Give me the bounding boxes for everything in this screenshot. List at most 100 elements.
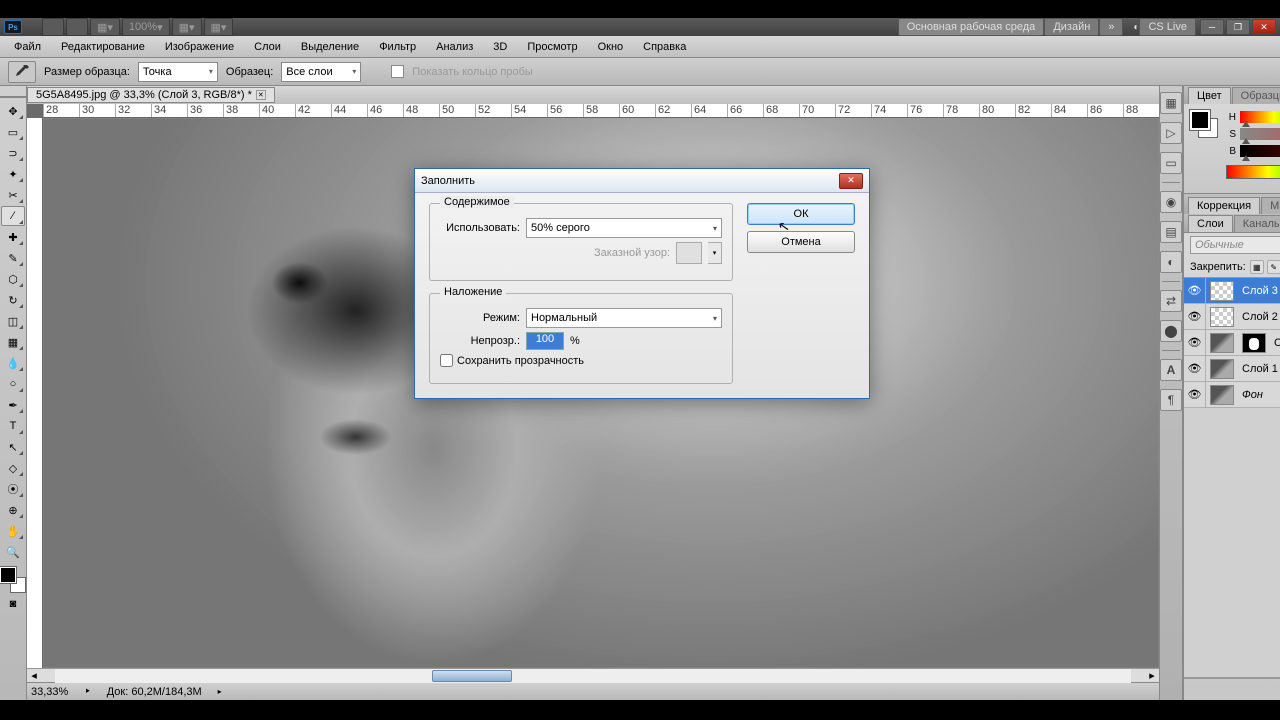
eyedropper-icon[interactable] (8, 61, 36, 83)
brush-tool[interactable]: ✎ (1, 248, 25, 268)
show-ring-checkbox[interactable] (391, 65, 404, 78)
foreground-color-swatch[interactable] (0, 567, 16, 583)
tab-swatches[interactable]: Образцы (1232, 87, 1280, 104)
horizontal-scrollbar[interactable]: ◂ ▸ (27, 668, 1159, 682)
crop-tool[interactable]: ✂ (1, 185, 25, 205)
arrow-icon[interactable]: ▸ (218, 687, 222, 696)
visibility-icon[interactable]: 👁 (1184, 278, 1206, 304)
layer-mask-thumbnail[interactable] (1242, 333, 1266, 353)
character-panel-icon[interactable]: A (1160, 359, 1182, 381)
close-button[interactable]: ✕ (1252, 19, 1276, 35)
arrow-icon[interactable]: ⯈ (84, 687, 90, 697)
layer-row[interactable]: 👁Слой 1 (1184, 356, 1280, 382)
3d-camera-tool[interactable]: ⊕ (1, 500, 25, 520)
preserve-transparency-checkbox[interactable] (440, 354, 453, 367)
layer-thumbnail[interactable] (1210, 333, 1234, 353)
panel-icon[interactable]: ◉ (1160, 191, 1182, 213)
view-extras-dropdown[interactable]: ▦▾ (204, 18, 234, 36)
layer-row[interactable]: 👁 Слой 2 (1184, 304, 1280, 330)
dodge-tool[interactable]: ○ (1, 374, 25, 394)
layer-thumbnail[interactable] (1210, 359, 1234, 379)
menu-window[interactable]: Окно (588, 38, 634, 56)
history-brush-tool[interactable]: ↻ (1, 290, 25, 310)
bri-slider[interactable] (1240, 145, 1280, 157)
menu-image[interactable]: Изображение (155, 38, 244, 56)
stamp-tool[interactable]: ⬡ (1, 269, 25, 289)
tab-masks[interactable]: Маски (1261, 197, 1280, 214)
blur-tool[interactable]: 💧 (1, 353, 25, 373)
layer-name[interactable]: Слой 1 (1238, 363, 1280, 375)
close-tab-icon[interactable]: ✕ (256, 90, 266, 100)
zoom-dropdown[interactable]: 100% ▾ (122, 18, 170, 36)
marquee-tool[interactable]: ▭ (1, 122, 25, 142)
tab-adjustments[interactable]: Коррекция (1188, 197, 1260, 214)
lock-pixels-icon[interactable]: ✎ (1267, 260, 1280, 274)
tab-color[interactable]: Цвет (1188, 87, 1231, 104)
menu-select[interactable]: Выделение (291, 38, 369, 56)
layer-thumbnail[interactable] (1210, 281, 1234, 301)
sat-slider[interactable] (1240, 128, 1280, 140)
path-tool[interactable]: ↖ (1, 437, 25, 457)
color-swatches[interactable] (0, 567, 26, 593)
status-zoom[interactable]: 33,33% (31, 686, 68, 698)
panel-icon[interactable]: ◐ (1160, 251, 1182, 273)
3d-tool[interactable]: ⦿ (1, 479, 25, 499)
history-panel-icon[interactable]: ▦ (1160, 92, 1182, 114)
document-tab[interactable]: 5G5A8495.jpg @ 33,3% (Слой 3, RGB/8*) * … (27, 87, 275, 103)
layer-name[interactable]: Слой 2 (1238, 311, 1280, 323)
paragraph-panel-icon[interactable]: ¶ (1160, 389, 1182, 411)
panel-icon[interactable]: ▤ (1160, 221, 1182, 243)
mode-dropdown[interactable]: Нормальный (526, 308, 722, 328)
minimize-button[interactable]: ─ (1200, 19, 1224, 35)
menu-file[interactable]: Файл (4, 38, 51, 56)
menu-help[interactable]: Справка (633, 38, 696, 56)
move-tool[interactable]: ✥ (1, 101, 25, 121)
workspace-essentials[interactable]: Основная рабочая среда (898, 18, 1045, 36)
lock-transparency-icon[interactable]: ▦ (1250, 260, 1264, 274)
dialog-titlebar[interactable]: Заполнить ✕ (415, 169, 869, 193)
quick-mask-tool[interactable]: ◙ (1, 594, 25, 614)
gradient-tool[interactable]: ▦ (1, 332, 25, 352)
menu-3d[interactable]: 3D (483, 38, 517, 56)
tab-layers[interactable]: Слои (1188, 215, 1233, 232)
layer-name[interactable]: Фон (1238, 389, 1280, 401)
visibility-icon[interactable]: 👁 (1184, 382, 1206, 408)
panel-icon[interactable]: ▭ (1160, 152, 1182, 174)
maximize-button[interactable]: ❐ (1226, 19, 1250, 35)
type-tool[interactable]: T (1, 416, 25, 436)
eyedropper-tool[interactable]: ⁄ (1, 206, 25, 226)
workspace-design[interactable]: Дизайн (1044, 18, 1099, 36)
cs-live-button[interactable]: CS Live (1139, 18, 1196, 36)
sample-size-dropdown[interactable]: Точка (138, 62, 218, 82)
opacity-input[interactable]: 100 (526, 332, 564, 350)
layer-row[interactable]: 👁 Слой 3 (1184, 278, 1280, 304)
lasso-tool[interactable]: ⊃ (1, 143, 25, 163)
tab-channels[interactable]: Каналы (1234, 215, 1280, 232)
menu-layer[interactable]: Слои (244, 38, 291, 56)
zoom-tool[interactable]: 🔍 (1, 542, 25, 562)
fg-color-swatch[interactable] (1190, 110, 1210, 130)
layer-name[interactable]: Слой 3 (1238, 285, 1280, 297)
blend-mode-dropdown[interactable]: Обычные (1190, 236, 1280, 254)
layer-row[interactable]: 👁 Слой 1 копия (1184, 330, 1280, 356)
toolbar-button[interactable] (66, 18, 88, 36)
visibility-icon[interactable]: 👁 (1184, 304, 1206, 330)
hue-slider[interactable] (1240, 111, 1280, 123)
panel-icon[interactable]: ⬤ (1160, 320, 1182, 342)
layer-name[interactable]: Слой 1 копия (1270, 337, 1280, 349)
pen-tool[interactable]: ✒ (1, 395, 25, 415)
workspace-more[interactable]: » (1099, 18, 1123, 36)
healing-tool[interactable]: ✚ (1, 227, 25, 247)
shape-tool[interactable]: ◇ (1, 458, 25, 478)
dialog-close-icon[interactable]: ✕ (839, 173, 863, 189)
actions-panel-icon[interactable]: ▷ (1160, 122, 1182, 144)
layout-dropdown[interactable]: ▦▾ (90, 18, 120, 36)
eraser-tool[interactable]: ◫ (1, 311, 25, 331)
color-ramp[interactable] (1226, 165, 1280, 179)
ok-button[interactable]: ОК (747, 203, 855, 225)
menu-edit[interactable]: Редактирование (51, 38, 155, 56)
panel-icon[interactable]: ⇄ (1160, 290, 1182, 312)
visibility-icon[interactable]: 👁 (1184, 330, 1206, 356)
menu-view[interactable]: Просмотр (517, 38, 587, 56)
use-dropdown[interactable]: 50% серого (526, 218, 722, 238)
